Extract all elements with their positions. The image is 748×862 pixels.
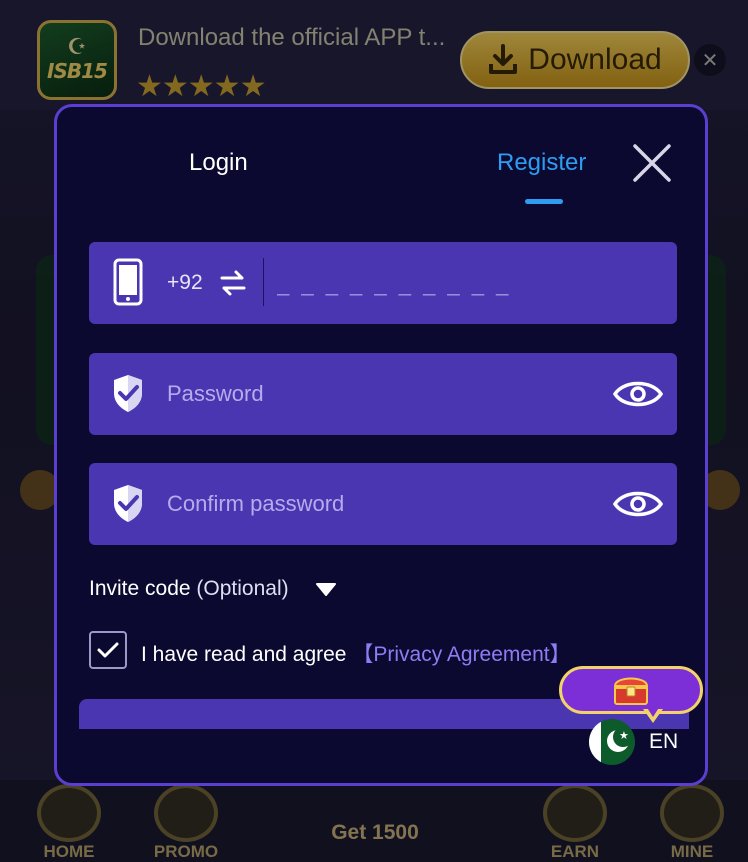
swap-icon[interactable] — [220, 269, 246, 297]
treasure-chest-button[interactable] — [559, 666, 703, 714]
language-selector[interactable]: ★ EN — [589, 719, 678, 765]
agreement-text: I have read and agree 【Privacy Agreement… — [141, 638, 571, 668]
phone-icon — [113, 258, 143, 306]
auth-modal: Login Register +92 _ _ _ _ _ _ _ _ _ _ I… — [54, 104, 708, 786]
active-tab-indicator — [525, 199, 563, 204]
invite-label: Invite code — [89, 577, 191, 600]
invite-optional: (Optional) — [196, 577, 289, 600]
phone-field: +92 — [89, 242, 677, 324]
tab-login[interactable]: Login — [189, 149, 248, 177]
close-icon[interactable] — [630, 141, 674, 185]
checkmark-icon — [97, 642, 119, 658]
caret-down-icon[interactable] — [315, 581, 337, 597]
language-code: EN — [649, 730, 679, 753]
shield-check-icon — [114, 375, 142, 412]
eye-icon[interactable] — [612, 375, 664, 413]
agreement-label: I have read and agree — [141, 643, 347, 666]
shield-check-icon — [114, 485, 142, 522]
field-divider — [263, 258, 264, 306]
privacy-agreement-link[interactable]: 【Privacy Agreement】 — [352, 643, 570, 666]
pakistan-flag-icon: ★ — [589, 719, 635, 765]
agree-checkbox[interactable] — [89, 631, 127, 669]
tab-register[interactable]: Register — [497, 149, 586, 177]
invite-code-toggle[interactable]: Invite code (Optional) — [89, 577, 289, 601]
country-code[interactable]: +92 — [167, 271, 203, 295]
treasure-chest-icon — [613, 677, 649, 705]
eye-icon[interactable] — [612, 485, 664, 523]
password-input[interactable] — [167, 373, 587, 415]
confirm-password-input[interactable] — [167, 483, 587, 525]
password-field — [89, 353, 677, 435]
phone-input[interactable] — [277, 264, 657, 304]
confirm-password-field — [89, 463, 677, 545]
